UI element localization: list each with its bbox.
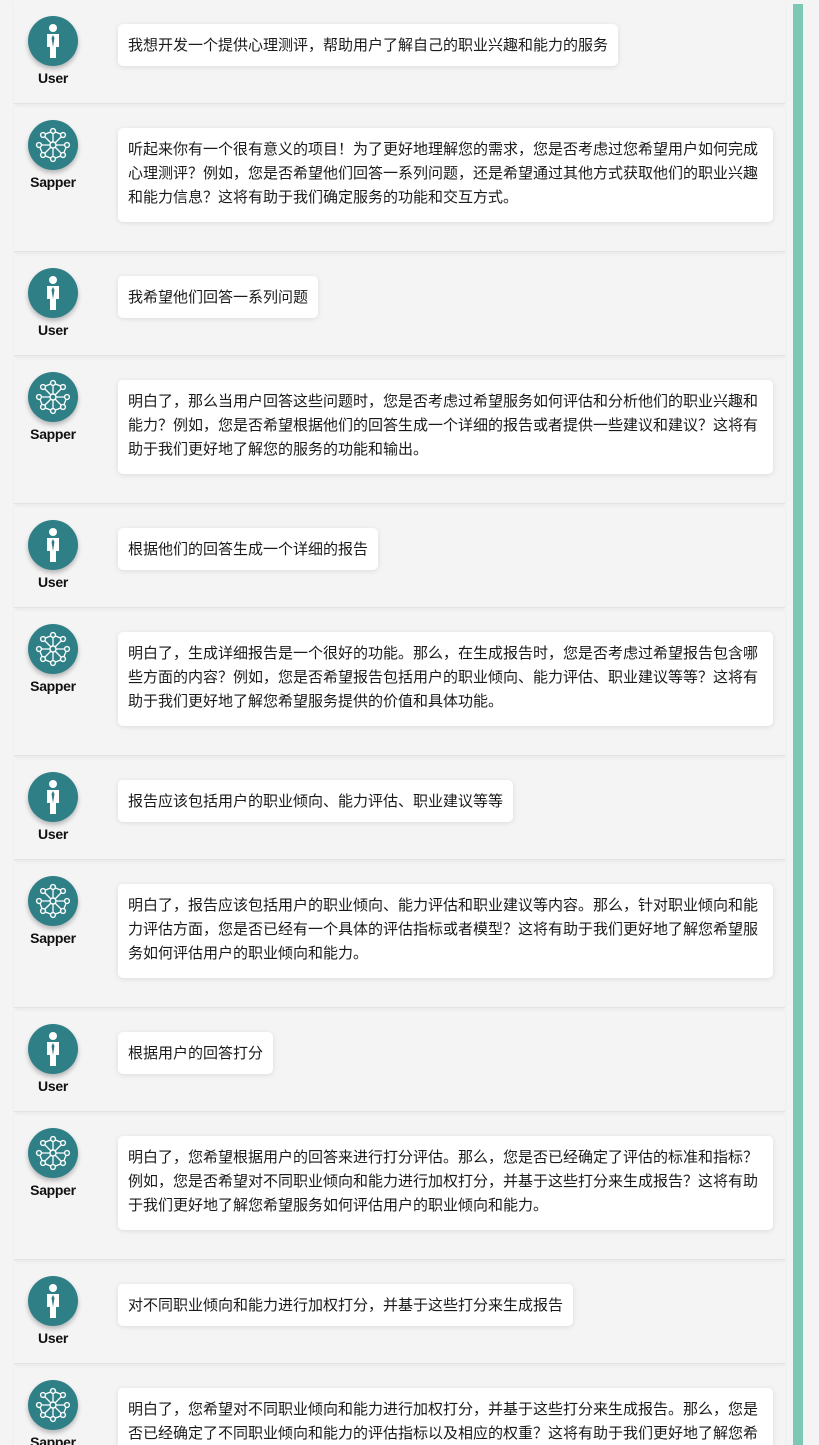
user-avatar-block: User [16, 268, 90, 338]
message-bubble: 对不同职业倾向和能力进行加权打分，并基于这些打分来生成报告 [118, 1284, 574, 1326]
scrollbar[interactable] [793, 4, 803, 1445]
chat-turn-user: User 我想开发一个提供心理测评，帮助用户了解自己的职业兴趣和能力的服务 [14, 0, 785, 104]
chat-page: User 我想开发一个提供心理测评，帮助用户了解自己的职业兴趣和能力的服务 Sa… [0, 0, 819, 1445]
role-label: Sapper [30, 1182, 76, 1198]
network-icon [33, 881, 73, 921]
message-bubble: 明白了，那么当用户回答这些问题时，您是否考虑过希望服务如何评估和分析他们的职业兴… [118, 380, 773, 474]
role-label: Sapper [30, 678, 76, 694]
chat-turn-user: User 我希望他们回答一系列问题 [14, 252, 785, 356]
role-label: User [38, 1078, 68, 1094]
person-icon [42, 1283, 64, 1319]
user-avatar-block: User [16, 520, 90, 590]
bot-avatar-block: Sapper [16, 120, 90, 190]
network-icon [33, 125, 73, 165]
chat-turn-user: User 对不同职业倾向和能力进行加权打分，并基于这些打分来生成报告 [14, 1260, 785, 1364]
person-icon [42, 1031, 64, 1067]
chat-turn-user: User 报告应该包括用户的职业倾向、能力评估、职业建议等等 [14, 756, 785, 860]
bot-avatar-block: Sapper [16, 1128, 90, 1198]
avatar [28, 624, 78, 674]
avatar [28, 268, 78, 318]
person-icon [42, 779, 64, 815]
avatar [28, 772, 78, 822]
role-label: Sapper [30, 930, 76, 946]
chat-turn-bot: Sapper 明白了，报告应该包括用户的职业倾向、能力评估和职业建议等内容。那么… [14, 860, 785, 1008]
message-bubble: 根据他们的回答生成一个详细的报告 [118, 528, 379, 570]
message-bubble: 明白了，您希望对不同职业倾向和能力进行加权打分，并基于这些打分来生成报告。那么，… [118, 1388, 773, 1445]
network-icon [33, 377, 73, 417]
message-bubble: 我想开发一个提供心理测评，帮助用户了解自己的职业兴趣和能力的服务 [118, 24, 619, 66]
bot-avatar-block: Sapper [16, 624, 90, 694]
role-label: User [38, 322, 68, 338]
role-label: Sapper [30, 174, 76, 190]
bot-avatar-block: Sapper [16, 1380, 90, 1445]
avatar [28, 372, 78, 422]
chat-log: User 我想开发一个提供心理测评，帮助用户了解自己的职业兴趣和能力的服务 Sa… [14, 0, 785, 1445]
network-icon [33, 1133, 73, 1173]
user-avatar-block: User [16, 16, 90, 86]
message-bubble: 明白了，报告应该包括用户的职业倾向、能力评估和职业建议等内容。那么，针对职业倾向… [118, 884, 773, 978]
network-icon [33, 629, 73, 669]
chat-turn-bot: Sapper 明白了，您希望对不同职业倾向和能力进行加权打分，并基于这些打分来生… [14, 1364, 785, 1445]
avatar [28, 1380, 78, 1430]
avatar [28, 520, 78, 570]
chat-turn-bot: Sapper 明白了，生成详细报告是一个很好的功能。那么，在生成报告时，您是否考… [14, 608, 785, 756]
avatar [28, 16, 78, 66]
avatar [28, 120, 78, 170]
chat-turn-user: User 根据用户的回答打分 [14, 1008, 785, 1112]
user-avatar-block: User [16, 1024, 90, 1094]
role-label: User [38, 70, 68, 86]
avatar [28, 876, 78, 926]
chat-turn-user: User 根据他们的回答生成一个详细的报告 [14, 504, 785, 608]
message-bubble: 听起来你有一个很有意义的项目！为了更好地理解您的需求，您是否考虑过您希望用户如何… [118, 128, 773, 222]
message-bubble: 报告应该包括用户的职业倾向、能力评估、职业建议等等 [118, 780, 514, 822]
chat-turn-bot: Sapper 明白了，那么当用户回答这些问题时，您是否考虑过希望服务如何评估和分… [14, 356, 785, 504]
user-avatar-block: User [16, 1276, 90, 1346]
bot-avatar-block: Sapper [16, 876, 90, 946]
avatar [28, 1128, 78, 1178]
person-icon [42, 527, 64, 563]
chat-turn-bot: Sapper 听起来你有一个很有意义的项目！为了更好地理解您的需求，您是否考虑过… [14, 104, 785, 252]
role-label: User [38, 826, 68, 842]
role-label: User [38, 574, 68, 590]
avatar [28, 1024, 78, 1074]
message-bubble: 根据用户的回答打分 [118, 1032, 274, 1074]
message-bubble: 明白了，生成详细报告是一个很好的功能。那么，在生成报告时，您是否考虑过希望报告包… [118, 632, 773, 726]
role-label: Sapper [30, 426, 76, 442]
role-label: User [38, 1330, 68, 1346]
person-icon [42, 275, 64, 311]
chat-turn-bot: Sapper 明白了，您希望根据用户的回答来进行打分评估。那么，您是否已经确定了… [14, 1112, 785, 1260]
message-bubble: 我希望他们回答一系列问题 [118, 276, 319, 318]
user-avatar-block: User [16, 772, 90, 842]
network-icon [33, 1385, 73, 1425]
bot-avatar-block: Sapper [16, 372, 90, 442]
person-icon [42, 23, 64, 59]
message-bubble: 明白了，您希望根据用户的回答来进行打分评估。那么，您是否已经确定了评估的标准和指… [118, 1136, 773, 1230]
role-label: Sapper [30, 1434, 76, 1445]
avatar [28, 1276, 78, 1326]
